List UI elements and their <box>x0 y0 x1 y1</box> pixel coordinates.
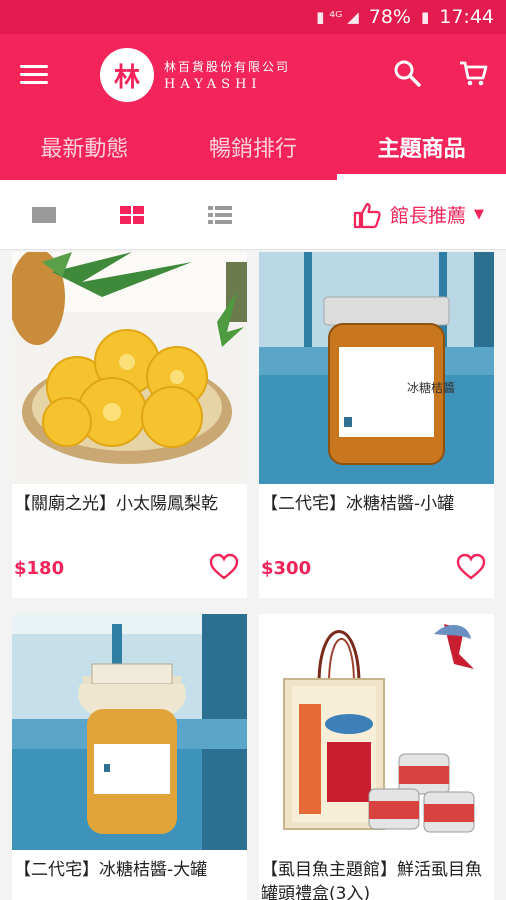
product-image-milkfish-gift-box[interactable] <box>259 614 494 850</box>
jar-label-text: 冰糖桔醬 <box>407 380 455 395</box>
menu-icon[interactable] <box>20 64 48 84</box>
brand-name-cn: 林百貨股份有限公司 <box>164 60 291 74</box>
tab-bestsellers[interactable]: 暢銷排行 <box>169 114 338 180</box>
product-image-dried-pineapple[interactable] <box>12 252 247 484</box>
search-icon[interactable] <box>392 58 422 88</box>
product-card[interactable]: 【虱目魚主題館】鮮活虱目魚罐頭禮盒(3入) <box>259 614 494 900</box>
favorite-heart-icon[interactable] <box>209 552 239 582</box>
single-view-icon <box>32 206 56 223</box>
tab-themed[interactable]: 主題商品 <box>337 114 506 180</box>
product-name[interactable]: 【關廟之光】小太陽鳳梨乾 <box>12 484 247 546</box>
clock: 17:44 <box>439 6 494 28</box>
product-card[interactable]: 【關廟之光】小太陽鳳梨乾 $180 <box>12 252 247 598</box>
single-view-button[interactable] <box>0 180 88 250</box>
brand-logo[interactable]: 林 林百貨股份有限公司 HAYASHI <box>100 48 290 102</box>
product-name[interactable]: 【二代宅】冰糖桔醬-大罐 <box>12 850 247 900</box>
signal-icon: ▮ ⁴ᴳ ◢ <box>316 8 359 26</box>
dropdown-arrow-icon: ▼ <box>474 207 484 222</box>
product-image-kumquat-jam-large[interactable] <box>12 614 247 850</box>
product-price: $180 <box>14 558 65 579</box>
sort-label: 館長推薦 <box>389 205 466 227</box>
product-name[interactable]: 【二代宅】冰糖桔醬-小罐 <box>259 484 494 546</box>
view-toolbar: 館長推薦 ▼ <box>0 180 506 250</box>
logo-mark: 林 <box>100 48 154 102</box>
tab-latest[interactable]: 最新動態 <box>0 114 169 180</box>
battery-percent: 78% <box>368 6 411 28</box>
battery-icon: ▮ <box>420 8 430 26</box>
brand-name-en: HAYASHI <box>164 77 262 92</box>
category-tabs: 最新動態 暢銷排行 主題商品 <box>0 114 506 180</box>
status-bar: ▮ ⁴ᴳ ◢ 78% ▮ 17:44 <box>0 0 506 34</box>
product-grid: 【關廟之光】小太陽鳳梨乾 $180 冰糖桔醬 【二代宅】冰糖桔醬-小罐 $300… <box>0 250 506 900</box>
app-bar: 林 林百貨股份有限公司 HAYASHI <box>0 34 506 114</box>
cart-icon[interactable] <box>458 58 488 88</box>
sort-dropdown[interactable]: 館長推薦 ▼ <box>352 200 506 230</box>
grid-view-button[interactable] <box>88 180 176 250</box>
list-view-icon <box>208 205 232 224</box>
product-name[interactable]: 【虱目魚主題館】鮮活虱目魚罐頭禮盒(3入) <box>259 850 494 900</box>
thumbs-up-icon <box>353 202 381 228</box>
product-card[interactable]: 【二代宅】冰糖桔醬-大罐 <box>12 614 247 900</box>
product-image-kumquat-jam-small[interactable]: 冰糖桔醬 <box>259 252 494 484</box>
product-card[interactable]: 冰糖桔醬 【二代宅】冰糖桔醬-小罐 $300 <box>259 252 494 598</box>
favorite-heart-icon[interactable] <box>456 552 486 582</box>
product-price: $300 <box>261 558 312 579</box>
list-view-button[interactable] <box>176 180 264 250</box>
grid-view-icon <box>120 205 144 224</box>
